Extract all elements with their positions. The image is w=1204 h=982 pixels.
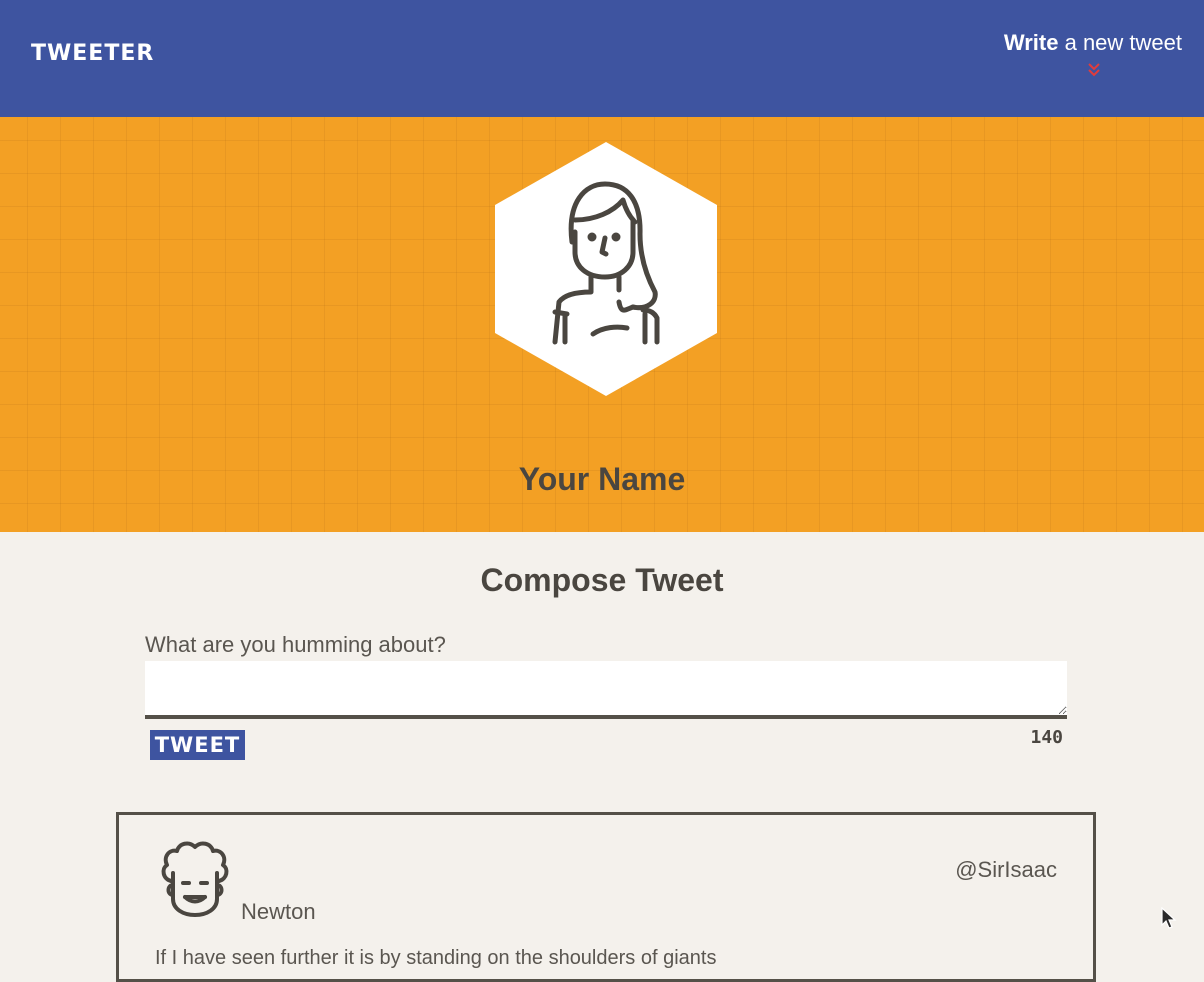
tweet-content: If I have seen further it is by standing… (155, 947, 717, 969)
brand-logo[interactable]: TWEETER (31, 41, 154, 66)
tweet-card: Newton @SirIsaac If I have seen further … (116, 812, 1096, 982)
user-avatar-curly-hair-icon (161, 841, 229, 917)
double-chevron-down-icon[interactable] (1086, 62, 1102, 78)
tweet-author-name: Newton (241, 899, 316, 924)
tweet-textarea[interactable] (145, 661, 1067, 719)
write-label: Write (1003, 30, 1059, 55)
new-tweet-label: a new tweet (1058, 30, 1182, 55)
compose-title: Compose Tweet (480, 562, 724, 598)
top-nav: TWEETER Write a new tweet (0, 0, 1204, 117)
profile-header: Your Name (0, 117, 1204, 532)
user-avatar-icon (495, 142, 717, 396)
write-new-tweet-toggle[interactable]: Write a new tweet (1004, 30, 1182, 56)
tweet-author-handle[interactable]: @SirIsaac (955, 857, 1057, 883)
mouse-cursor-icon (1161, 907, 1177, 929)
profile-name: Your Name (518, 461, 686, 497)
compose-label: What are you humming about? (145, 632, 446, 657)
character-counter: 140 (1030, 727, 1063, 748)
tweet-button[interactable]: TWEET (150, 730, 245, 760)
